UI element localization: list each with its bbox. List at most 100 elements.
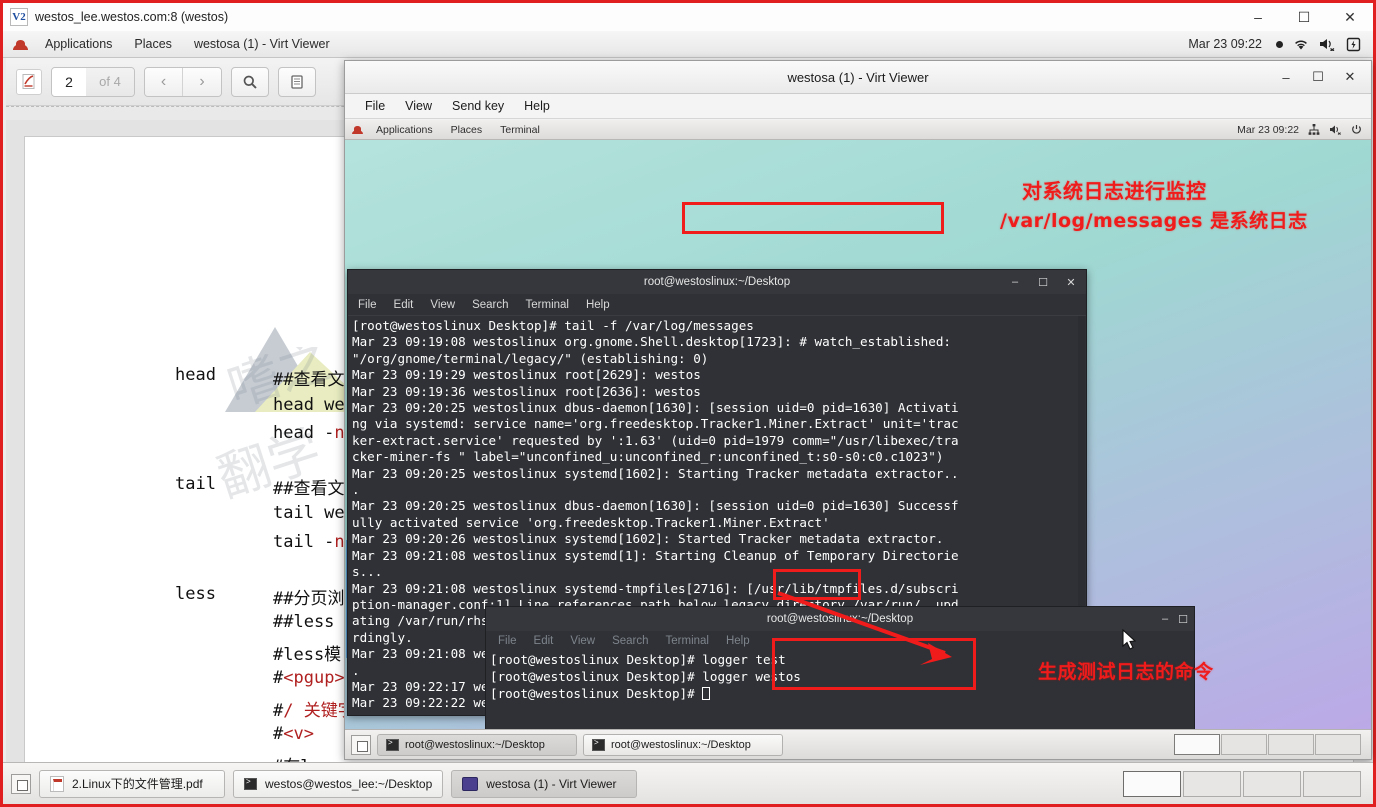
pdf-previous-page-button[interactable]: ‹ bbox=[145, 67, 183, 96]
redhat-icon bbox=[13, 38, 28, 51]
pdf-doc-description: head we bbox=[273, 395, 345, 415]
pdf-page-selector[interactable]: 2 of 4 bbox=[51, 66, 135, 97]
terminal-icon bbox=[244, 777, 257, 790]
host-workspace-1[interactable] bbox=[1123, 770, 1181, 797]
annotation-messages-path: /var/log/messages 是系统日志 bbox=[1000, 206, 1308, 233]
host-workspace-4[interactable] bbox=[1303, 770, 1361, 797]
pdf-doc-description: tail we bbox=[273, 503, 345, 523]
terminal-main-log-line: Mar 23 09:20:25 westoslinux dbus-daemon[… bbox=[352, 498, 959, 514]
terminal-cursor bbox=[702, 687, 711, 700]
host-gnome-panel: Applications Places westosa (1) - Virt V… bbox=[3, 31, 1373, 58]
virt-menu-help[interactable]: Help bbox=[514, 99, 560, 113]
terminal-menu-view[interactable]: View bbox=[430, 299, 472, 311]
vm-panel-clock[interactable]: Mar 23 09:22 bbox=[1237, 124, 1299, 136]
terminal-menu-search[interactable]: Search bbox=[472, 299, 525, 311]
terminal-secondary-minimize-button[interactable]: – bbox=[1162, 613, 1168, 625]
host-window-title: westos_lee.westos.com:8 (westos) bbox=[35, 10, 229, 24]
terminal-main-log-line: . bbox=[352, 662, 360, 678]
host-panel-window-title[interactable]: westosa (1) - Virt Viewer bbox=[183, 37, 341, 51]
virt-viewer-menubar: File View Send key Help bbox=[345, 94, 1371, 119]
virt-viewer-title: westosa (1) - Virt Viewer bbox=[787, 69, 929, 85]
vm-panel-status-area: Mar 23 09:22 bbox=[1237, 124, 1371, 136]
terminal-icon bbox=[386, 738, 399, 751]
host-taskbar-item-terminal[interactable]: westos@westos_lee:~/Desktop bbox=[233, 769, 444, 798]
terminal2-menu-help[interactable]: Help bbox=[726, 635, 767, 647]
volume-muted-icon[interactable] bbox=[1319, 37, 1336, 51]
pdf-annotations-button[interactable] bbox=[278, 66, 316, 97]
power-icon[interactable] bbox=[1351, 124, 1362, 135]
virt-minimize-button[interactable]: – bbox=[1271, 64, 1301, 90]
terminal-secondary-title: root@westoslinux:~/Desktop bbox=[766, 613, 914, 625]
vm-gnome-panel: Applications Places Terminal Mar 23 09:2… bbox=[345, 120, 1371, 140]
host-menu-applications[interactable]: Applications bbox=[34, 37, 123, 51]
host-workspace-2[interactable] bbox=[1183, 770, 1241, 797]
vm-workspace-1[interactable] bbox=[1174, 734, 1220, 755]
terminal-main-log-line: Mar 23 09:19:29 westoslinux root[2629]: … bbox=[352, 367, 701, 383]
terminal-secondary-titlebar[interactable]: root@westoslinux:~/Desktop – ☐ bbox=[486, 607, 1194, 631]
terminal-main-log-line: Mar 23 09:20:25 westoslinux dbus-daemon[… bbox=[352, 400, 959, 416]
vm-menu-places[interactable]: Places bbox=[442, 124, 492, 136]
vm-taskbar-item-1[interactable]: root@westoslinux:~/Desktop bbox=[583, 733, 783, 756]
volume-icon[interactable] bbox=[1329, 124, 1342, 135]
host-taskbar-item-pdf[interactable]: 2.Linux下的文件管理.pdf bbox=[39, 769, 225, 798]
virt-viewer-titlebar[interactable]: westosa (1) - Virt Viewer – ☐ ✕ bbox=[345, 61, 1371, 94]
evince-icon bbox=[16, 68, 42, 95]
virt-menu-file[interactable]: File bbox=[355, 99, 395, 113]
vm-taskbar: root@westoslinux:~/Desktop root@westosli… bbox=[345, 729, 1371, 759]
virt-maximize-button[interactable]: ☐ bbox=[1303, 64, 1333, 90]
terminal-secondary-maximize-button[interactable]: ☐ bbox=[1178, 613, 1188, 626]
terminal-main-log-line: Mar 23 09:19:08 westoslinux org.gnome.Sh… bbox=[352, 334, 951, 350]
host-taskbar-item-virt-viewer[interactable]: westosa (1) - Virt Viewer bbox=[451, 769, 638, 798]
pdf-search-button[interactable] bbox=[231, 66, 269, 97]
host-maximize-button[interactable]: ☐ bbox=[1281, 3, 1327, 31]
terminal2-menu-view[interactable]: View bbox=[570, 635, 612, 647]
pdf-page-number-input[interactable]: 2 bbox=[52, 67, 86, 96]
pdf-doc-description: head -n bbox=[273, 423, 345, 443]
pdf-doc-description: ##查看文 bbox=[273, 370, 345, 390]
vm-workspace-2[interactable] bbox=[1221, 734, 1267, 755]
vm-workspace-4[interactable] bbox=[1315, 734, 1361, 755]
host-close-button[interactable]: ✕ bbox=[1327, 3, 1373, 31]
terminal2-menu-file[interactable]: File bbox=[498, 635, 534, 647]
host-workspace-3[interactable] bbox=[1243, 770, 1301, 797]
terminal-main-titlebar[interactable]: root@westoslinux:~/Desktop – ☐ ✕ bbox=[348, 270, 1086, 294]
vm-show-desktop-icon[interactable] bbox=[351, 734, 371, 755]
terminal-main-title: root@westoslinux:~/Desktop bbox=[643, 276, 791, 288]
battery-charging-icon[interactable] bbox=[1346, 37, 1361, 52]
terminal-menu-terminal[interactable]: Terminal bbox=[526, 299, 586, 311]
host-workspace-switcher[interactable] bbox=[1123, 770, 1365, 797]
terminal2-menu-edit[interactable]: Edit bbox=[534, 635, 571, 647]
pdf-doc-command: head bbox=[175, 365, 216, 385]
terminal-main-minimize-button[interactable]: – bbox=[1004, 276, 1026, 288]
pdf-navigation-buttons[interactable]: ‹ › bbox=[144, 66, 222, 97]
vm-menu-applications[interactable]: Applications bbox=[367, 124, 442, 136]
host-show-desktop-icon[interactable] bbox=[11, 773, 31, 794]
vm-workspace-3[interactable] bbox=[1268, 734, 1314, 755]
terminal-main-log-line: ker-extract.service' requested by ':1.63… bbox=[352, 432, 959, 448]
terminal-menu-file[interactable]: File bbox=[358, 299, 394, 311]
pdf-doc-description: #/ 关键字 bbox=[273, 701, 355, 721]
host-minimize-button[interactable]: – bbox=[1235, 3, 1281, 31]
terminal-main-window-controls: – ☐ ✕ bbox=[1004, 270, 1082, 294]
host-panel-clock[interactable]: Mar 23 09:22 bbox=[1188, 37, 1262, 51]
terminal-menu-help[interactable]: Help bbox=[586, 299, 627, 311]
vm-panel-window-title[interactable]: Terminal bbox=[491, 124, 549, 136]
virt-menu-view[interactable]: View bbox=[395, 99, 442, 113]
pdf-icon bbox=[50, 775, 64, 792]
terminal-menu-edit[interactable]: Edit bbox=[394, 299, 431, 311]
terminal-main-close-button[interactable]: ✕ bbox=[1060, 276, 1082, 289]
terminal-main-maximize-button[interactable]: ☐ bbox=[1032, 276, 1054, 289]
pdf-next-page-button[interactable]: › bbox=[183, 67, 221, 96]
virt-menu-send-key[interactable]: Send key bbox=[442, 99, 514, 113]
vm-workspace-switcher[interactable] bbox=[1174, 734, 1365, 755]
terminal2-menu-search[interactable]: Search bbox=[612, 635, 665, 647]
annotation-box-logger-commands bbox=[772, 638, 976, 690]
virt-close-button[interactable]: ✕ bbox=[1335, 64, 1365, 90]
vm-taskbar-item-0[interactable]: root@westoslinux:~/Desktop bbox=[377, 733, 577, 756]
host-panel-status-area: Mar 23 09:22 bbox=[1188, 37, 1373, 52]
network-icon[interactable] bbox=[1308, 124, 1320, 135]
host-menu-places[interactable]: Places bbox=[123, 37, 183, 51]
terminal2-menu-terminal[interactable]: Terminal bbox=[666, 635, 726, 647]
terminal-main-log-line: ng via systemd: service name='org.freede… bbox=[352, 416, 959, 432]
wifi-icon[interactable] bbox=[1293, 37, 1309, 51]
